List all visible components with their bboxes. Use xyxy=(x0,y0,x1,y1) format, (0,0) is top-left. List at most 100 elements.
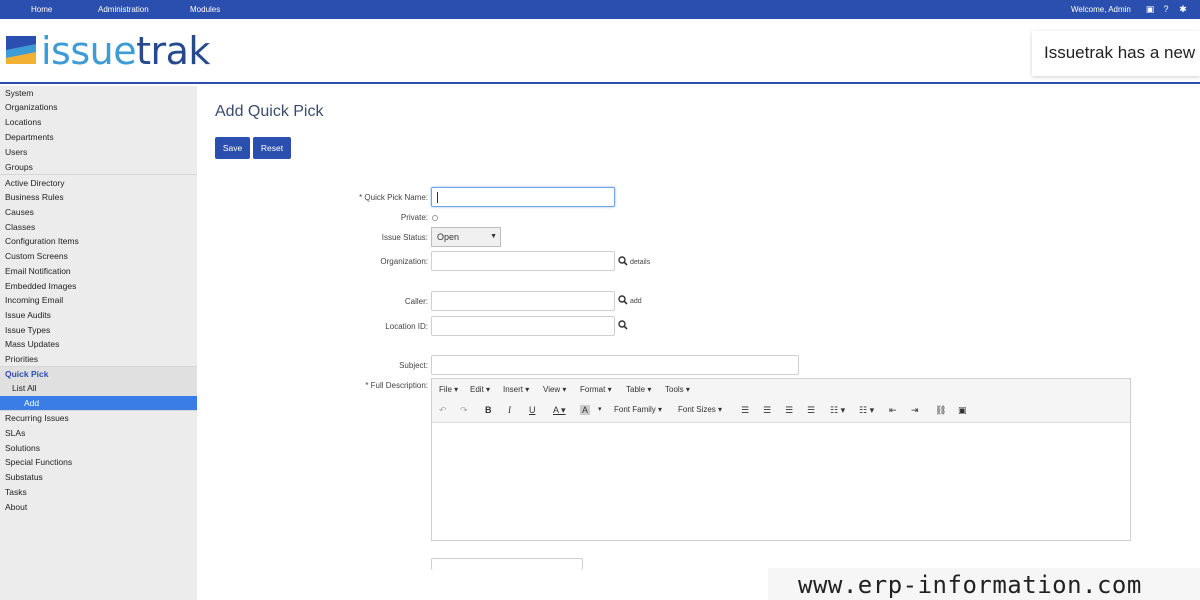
menu-table[interactable]: Table ▾ xyxy=(626,385,651,394)
sidebar-item-issue-audits[interactable]: Issue Audits xyxy=(5,310,51,320)
issue-status-value: Open xyxy=(437,232,460,242)
page-title: Add Quick Pick xyxy=(215,103,324,120)
reset-button[interactable]: Reset xyxy=(253,137,291,159)
sidebar-item-users[interactable]: Users xyxy=(5,147,27,157)
caller-label: Caller: xyxy=(404,297,428,306)
sidebar-item-about[interactable]: About xyxy=(5,502,27,512)
align-left-icon[interactable]: ☰ xyxy=(741,405,749,416)
top-nav-bar: Home Administration Modules Welcome, Adm… xyxy=(0,0,1200,19)
organization-details-link[interactable]: details xyxy=(630,259,650,266)
private-label: Private: xyxy=(400,213,428,222)
sidebar-item-recurring-issues[interactable]: Recurring Issues xyxy=(5,413,69,423)
bullet-list-icon[interactable]: ☷ ▾ xyxy=(830,405,845,416)
sidebar-item-incoming-email[interactable]: Incoming Email xyxy=(5,295,63,305)
sidebar-item-mass-updates[interactable]: Mass Updates xyxy=(5,339,59,349)
underline-icon[interactable]: U xyxy=(529,405,536,415)
subject-label: Subject: xyxy=(399,361,428,370)
undo-icon[interactable]: ↶ xyxy=(439,405,447,416)
align-right-icon[interactable]: ☰ xyxy=(785,405,793,416)
logo-part1: issue xyxy=(41,29,137,73)
bold-icon[interactable]: B xyxy=(485,405,492,415)
watermark: www.erp-information.com xyxy=(768,568,1200,600)
align-center-icon[interactable]: ☰ xyxy=(763,405,771,416)
full-description-label: * Full Description: xyxy=(365,381,428,390)
organization-input[interactable] xyxy=(431,251,615,271)
sidebar-item-locations[interactable]: Locations xyxy=(5,117,41,127)
menu-edit[interactable]: Edit ▾ xyxy=(470,385,490,394)
text-color-icon[interactable]: A ▾ xyxy=(553,405,566,416)
quick-pick-name-input[interactable] xyxy=(431,187,615,207)
sidebar-item-email-notification[interactable]: Email Notification xyxy=(5,266,71,276)
sidebar-item-business-rules[interactable]: Business Rules xyxy=(5,192,64,202)
nav-modules[interactable]: Modules xyxy=(190,5,220,14)
sidebar-item-custom-screens[interactable]: Custom Screens xyxy=(5,251,68,261)
sidebar-subitem-add[interactable]: Add xyxy=(24,398,39,408)
full-description-editor[interactable]: File ▾ Edit ▾ Insert ▾ View ▾ Format ▾ T… xyxy=(431,378,1131,541)
search-icon[interactable] xyxy=(618,320,628,330)
issue-type-select[interactable] xyxy=(431,558,583,570)
sidebar-divider xyxy=(0,366,197,367)
sidebar-item-substatus[interactable]: Substatus xyxy=(5,472,43,482)
editor-menubar: File ▾ Edit ▾ Insert ▾ View ▾ Format ▾ T… xyxy=(432,379,1130,399)
menu-tools[interactable]: Tools ▾ xyxy=(665,385,690,394)
background-color-icon[interactable]: A xyxy=(580,405,591,415)
issue-status-select[interactable]: Open ▼ xyxy=(431,227,501,247)
sidebar-item-configuration-items[interactable]: Configuration Items xyxy=(5,236,79,246)
sidebar-item-issue-types[interactable]: Issue Types xyxy=(5,325,50,335)
sidebar-item-departments[interactable]: Departments xyxy=(5,132,54,142)
location-id-input[interactable] xyxy=(431,316,615,336)
gear-icon[interactable]: ✱ xyxy=(1178,4,1188,14)
align-justify-icon[interactable]: ☰ xyxy=(807,405,815,416)
sidebar-item-special-functions[interactable]: Special Functions xyxy=(5,457,72,467)
caller-add-link[interactable]: add xyxy=(630,298,642,305)
indent-icon[interactable]: ⇥ xyxy=(911,405,919,416)
search-icon[interactable] xyxy=(618,295,628,305)
print-icon[interactable]: ▣ xyxy=(1145,4,1155,14)
sidebar-item-causes[interactable]: Causes xyxy=(5,207,34,217)
sidebar-item-system[interactable]: System xyxy=(5,88,33,98)
admin-sidebar: System Organizations Locations Departmen… xyxy=(0,86,197,600)
sidebar-item-embedded-images[interactable]: Embedded Images xyxy=(5,281,76,291)
menu-insert[interactable]: Insert ▾ xyxy=(503,385,529,394)
toast-text: Issuetrak has a new xyxy=(1044,43,1196,62)
nav-administration[interactable]: Administration xyxy=(98,5,149,14)
search-icon[interactable] xyxy=(618,256,628,266)
link-icon[interactable]: ⛓ xyxy=(935,405,946,416)
sidebar-item-quick-pick[interactable]: Quick Pick xyxy=(5,369,48,379)
sidebar-item-tasks[interactable]: Tasks xyxy=(5,487,27,497)
italic-icon[interactable]: I xyxy=(508,405,511,415)
chevron-down-icon[interactable]: ▾ xyxy=(598,405,602,413)
issuetrak-logo[interactable]: issuetrak xyxy=(41,29,210,73)
help-icon[interactable]: ? xyxy=(1161,4,1171,14)
editor-toolbar: ↶ ↷ B I U A ▾ A ▾ Font Family ▾ Font Siz… xyxy=(432,399,1130,423)
quick-pick-name-label: * Quick Pick Name: xyxy=(359,193,428,202)
menu-format[interactable]: Format ▾ xyxy=(580,385,612,394)
notification-toast[interactable]: Issuetrak has a new xyxy=(1032,31,1200,76)
sidebar-item-organizations[interactable]: Organizations xyxy=(5,102,57,112)
sidebar-item-priorities[interactable]: Priorities xyxy=(5,354,38,364)
sidebar-item-classes[interactable]: Classes xyxy=(5,222,35,232)
sidebar-subitem-list-all[interactable]: List All xyxy=(12,383,37,393)
caller-input[interactable] xyxy=(431,291,615,311)
sidebar-item-slas[interactable]: SLAs xyxy=(5,428,25,438)
issuetrak-logo-icon xyxy=(6,36,36,64)
sidebar-item-solutions[interactable]: Solutions xyxy=(5,443,40,453)
menu-file[interactable]: File ▾ xyxy=(439,385,458,394)
redo-icon[interactable]: ↷ xyxy=(460,405,468,416)
image-icon[interactable]: ▣ xyxy=(958,405,967,416)
font-family-select[interactable]: Font Family ▾ xyxy=(614,405,662,414)
outdent-icon[interactable]: ⇤ xyxy=(889,405,897,416)
numbered-list-icon[interactable]: ☷ ▾ xyxy=(859,405,874,416)
watermark-text: www.erp-information.com xyxy=(798,571,1142,599)
sidebar-item-groups[interactable]: Groups xyxy=(5,162,33,172)
nav-home[interactable]: Home xyxy=(31,5,52,14)
save-button[interactable]: Save xyxy=(215,137,250,159)
logo-part2: trak xyxy=(136,29,210,73)
welcome-text: Welcome, Admin xyxy=(1071,5,1131,14)
menu-view[interactable]: View ▾ xyxy=(543,385,566,394)
sidebar-item-active-directory[interactable]: Active Directory xyxy=(5,178,65,188)
subject-input[interactable] xyxy=(431,355,799,375)
sidebar-divider xyxy=(0,410,197,411)
private-checkbox[interactable] xyxy=(432,215,438,221)
font-sizes-select[interactable]: Font Sizes ▾ xyxy=(678,405,722,414)
